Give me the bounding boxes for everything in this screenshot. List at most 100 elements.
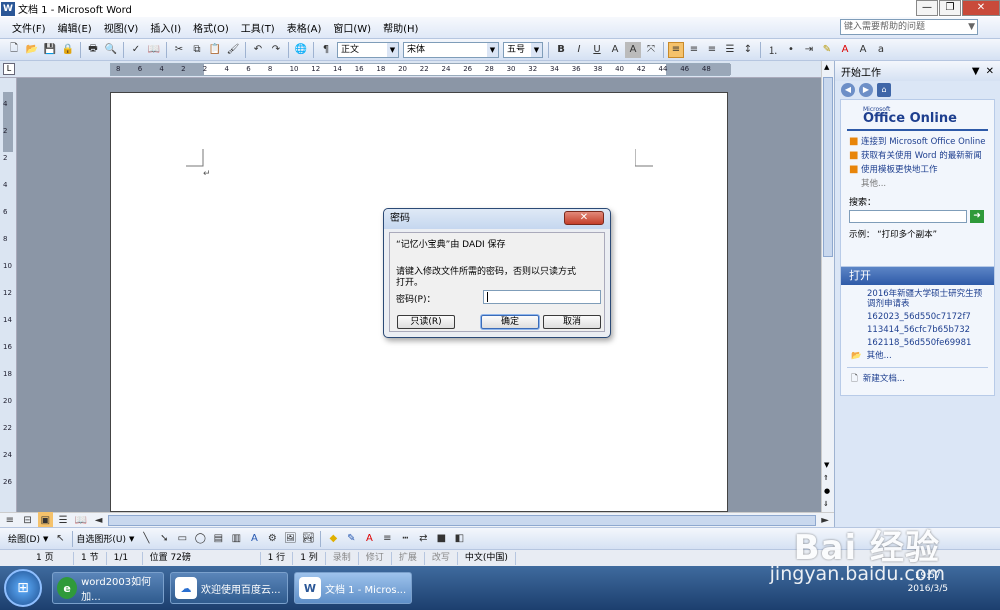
open-icon[interactable]: 📂 [24,42,40,58]
menu-view[interactable]: 视图(V) [98,20,145,35]
menu-window[interactable]: 窗口(W) [327,20,377,35]
close-icon[interactable]: ✕ [986,66,994,77]
shadow-icon[interactable]: ■ [433,531,449,547]
char-shading-icon[interactable]: A [625,41,641,58]
chevron-down-icon[interactable]: ▼ [43,535,48,543]
paste-icon[interactable]: 📋 [207,42,223,58]
font-color-icon[interactable]: A [837,42,853,58]
recent-file[interactable]: 113414_56cfc7b65b732 [867,325,990,335]
ok-button[interactable]: 确定 [481,315,539,329]
hyperlink-icon[interactable]: 🌐 [293,42,309,58]
line-style-icon[interactable]: ≡ [379,531,395,547]
browse-object-icon[interactable]: ● [824,487,830,495]
menu-file[interactable]: 文件(F) [6,20,52,35]
recent-file[interactable]: 2016年新疆大学硕士研究生预调剂申请表 [867,289,990,309]
vertical-scrollbar[interactable]: ▲ ▼ ⇑ ● ⇓ [821,61,834,512]
new-doc-icon[interactable]: 🗋 [6,42,22,58]
fill-color-icon[interactable]: ◆ [325,531,341,547]
scroll-down-icon[interactable]: ▼ [824,461,829,469]
menu-table[interactable]: 表格(A) [281,20,328,35]
line-icon[interactable]: ╲ [138,531,154,547]
readonly-button[interactable]: 只读(R) [397,315,455,329]
scroll-up-icon[interactable]: ▲ [824,63,829,71]
menu-insert[interactable]: 插入(I) [144,20,187,35]
align-center-icon[interactable]: ≡ [686,42,702,58]
spelling-icon[interactable]: ✓ [128,42,144,58]
password-input[interactable] [483,290,601,304]
diagram-icon[interactable]: ⚙ [264,531,280,547]
print-preview-icon[interactable]: 🔍 [103,42,119,58]
close-button[interactable]: ✕ [962,0,1000,16]
list-item[interactable]: ■ 获取有关使用 Word 的最新新闻 [849,151,990,162]
list-item[interactable]: ■ 使用模板更快地工作 [849,165,990,176]
web-view-icon[interactable]: ⊟ [20,512,36,528]
outline-view-icon[interactable]: ☰ [55,512,71,528]
shrink-font-icon[interactable]: a [873,42,889,58]
horizontal-ruler[interactable]: 8 6 4 2 2 4 6 8 10 12 14 16 18 20 22 24 26 28 30 32 34 36 38 40… [110,63,731,76]
print-icon[interactable]: 🖶 [85,42,101,58]
bold-icon[interactable]: B [553,42,569,58]
style-select[interactable]: 正文 ▼ [337,41,399,58]
rectangle-icon[interactable]: ▭ [174,531,190,547]
cancel-button[interactable]: 取消 [543,315,601,329]
menu-help[interactable]: 帮助(H) [377,20,424,35]
highlight-icon[interactable]: ✎ [819,42,835,58]
next-page-icon[interactable]: ⇓ [823,500,829,508]
dash-style-icon[interactable]: ┅ [397,531,413,547]
permission-icon[interactable]: 🔒 [60,42,76,58]
numbering-icon[interactable]: ⒈ [765,42,781,58]
font-select[interactable]: 宋体 ▼ [403,41,499,58]
scroll-thumb[interactable] [823,77,833,257]
help-search-input[interactable]: 键入需要帮助的问题 ▼ [840,19,978,35]
clipart-icon[interactable]: 🖼 [282,531,298,547]
3d-icon[interactable]: ◧ [451,531,467,547]
copy-icon[interactable]: ⧉ [189,42,205,58]
restore-button[interactable]: ❐ [939,0,961,16]
align-right-icon[interactable]: ≡ [704,42,720,58]
arrow-style-icon[interactable]: ⇄ [415,531,431,547]
indent-icon[interactable]: ⇥ [801,42,817,58]
styles-icon[interactable]: ¶ [318,42,334,58]
vertical-textbox-icon[interactable]: ▥ [228,531,244,547]
font-color-icon[interactable]: A [361,531,377,547]
tab-selector-icon[interactable]: L [3,63,15,75]
taskbar-item[interactable]: e word2003如何加... [52,572,164,604]
draw-menu[interactable]: 绘图(D) [8,532,40,545]
reading-view-icon[interactable]: 📖 [73,512,89,528]
print-view-icon[interactable]: ▣ [37,512,54,528]
bullets-icon[interactable]: • [783,42,799,58]
taskbar-item-active[interactable]: W 文档 1 - Micros... [294,572,412,604]
undo-icon[interactable]: ↶ [250,42,266,58]
taskbar-item[interactable]: ☁ 欢迎使用百度云... [170,572,288,604]
start-button[interactable]: ⊞ [4,569,42,607]
minimize-button[interactable]: — [916,0,938,16]
status-extend[interactable]: 扩展 [392,551,425,565]
recent-file[interactable]: 162023_56d550c7172f7 [867,312,990,322]
grow-font-icon[interactable]: A [855,42,871,58]
chevron-down-icon[interactable]: ▼ [972,66,980,77]
chevron-down-icon[interactable]: ▼ [129,535,134,543]
justify-icon[interactable]: ☰ [722,42,738,58]
line-spacing-icon[interactable]: ↕ [740,42,756,58]
more-link[interactable]: 其他... [849,179,990,189]
open-more-link[interactable]: 📂 其他... [841,351,994,361]
menu-tools[interactable]: 工具(T) [235,20,281,35]
recent-file[interactable]: 162118_56d550fe69981 [867,338,990,348]
cut-icon[interactable]: ✂ [171,42,187,58]
align-left-icon[interactable]: ≡ [668,41,684,58]
wordart-icon[interactable]: A [246,531,262,547]
underline-icon[interactable]: U [589,42,605,58]
new-doc-link[interactable]: 🗋 新建文档... [841,374,994,384]
home-icon[interactable]: ⌂ [877,83,891,97]
save-icon[interactable]: 💾 [42,42,58,58]
char-border-icon[interactable]: A [607,42,623,58]
vertical-ruler[interactable]: 4 2 2 4 6 8 10 12 14 16 18 20 22 24 26 [0,78,17,512]
normal-view-icon[interactable]: ≡ [2,512,18,528]
forward-icon[interactable]: ▶ [859,83,873,97]
dialog-close-button[interactable]: ✕ [564,211,604,225]
autoshapes-menu[interactable]: 自选图形(U) [76,532,126,545]
scroll-left-icon[interactable]: ◄ [91,512,107,528]
prev-page-icon[interactable]: ⇑ [823,474,829,482]
textbox-icon[interactable]: ▤ [210,531,226,547]
menu-edit[interactable]: 编辑(E) [52,20,98,35]
